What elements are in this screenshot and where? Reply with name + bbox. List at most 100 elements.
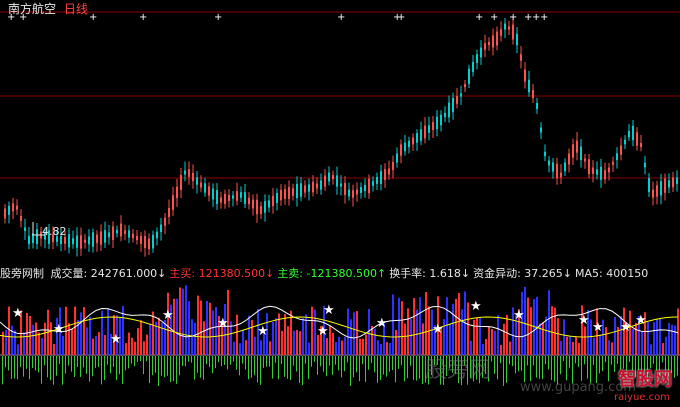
volume-bar-64 <box>194 322 196 355</box>
volume-bar-169 <box>509 341 511 355</box>
candle-body-57 <box>232 195 234 199</box>
volume-bar-126 <box>380 344 382 355</box>
candle-body-107 <box>432 122 434 130</box>
sell-bar-83 <box>251 356 252 378</box>
candle-body-72 <box>292 188 294 196</box>
sell-bar-183 <box>551 356 552 381</box>
indicator-field-5: MA5: 400150 <box>575 267 649 279</box>
sell-bar-187 <box>563 356 564 362</box>
volume-bar-148 <box>446 297 448 355</box>
star-icon-10: ★ <box>470 299 482 314</box>
volume-bar-112 <box>338 336 340 355</box>
candle-body-151 <box>608 167 610 173</box>
volume-bar-5 <box>17 344 19 355</box>
sell-bar-2 <box>8 356 9 371</box>
candle-body-143 <box>576 140 578 153</box>
volume-bar-34 <box>104 335 106 355</box>
candle-body-158 <box>636 132 638 146</box>
candle-body-62 <box>252 199 254 209</box>
candle-body-60 <box>244 192 246 204</box>
star-icon-2: ★ <box>110 332 122 347</box>
sell-bar-85 <box>257 356 258 383</box>
candle-body-103 <box>416 133 418 143</box>
sell-bar-29 <box>89 356 90 382</box>
sell-bar-58 <box>176 356 177 384</box>
signal-mark-2: + <box>89 12 97 23</box>
sell-bar-10 <box>32 356 33 368</box>
candle-body-5 <box>24 227 26 232</box>
volume-bar-35 <box>107 308 109 355</box>
sell-bar-102 <box>308 356 309 380</box>
candle-body-25 <box>104 230 106 243</box>
volume-bar-30 <box>92 338 94 355</box>
sell-bar-57 <box>173 356 174 382</box>
volume-bar-55 <box>167 292 169 355</box>
indicator-field-0: 成交量: 242761.000↓ <box>50 267 167 279</box>
price-chart[interactable]: + + + + + + ++ + + + + + + <box>0 0 680 260</box>
candle-body-141 <box>568 153 570 165</box>
volume-bar-173 <box>521 291 523 355</box>
sell-bar-127 <box>383 356 384 375</box>
candle-body-156 <box>628 130 630 138</box>
candle-body-153 <box>616 153 618 161</box>
candle-body-30 <box>124 230 126 234</box>
volume-bar-201 <box>605 327 607 355</box>
sell-bar-1 <box>5 356 6 368</box>
sell-bar-124 <box>374 356 375 373</box>
volume-bar-2 <box>8 306 10 355</box>
volume-bar-108 <box>326 338 328 355</box>
sell-bar-53 <box>161 356 162 376</box>
sell-bar-113 <box>341 356 342 378</box>
volume-bar-149 <box>449 324 451 355</box>
sell-bar-168 <box>506 356 507 383</box>
volume-bar-50 <box>152 311 154 355</box>
sell-bar-31 <box>95 356 96 368</box>
candle-body-166 <box>668 180 670 188</box>
volume-bar-123 <box>371 325 373 355</box>
chart-window[interactable]: + + + + + + + + + + + + + + ★ ★ ★ ★ ★ ★ ★ ★ ★ ★ ★ ★ ★ ★ ★ ★ 南方航空 日线 … <box>0 0 680 407</box>
sell-bar-36 <box>110 356 111 374</box>
sell-bar-125 <box>377 356 378 383</box>
sell-bar-105 <box>317 356 318 375</box>
volume-bar-187 <box>563 319 565 355</box>
sell-bar-66 <box>200 356 201 378</box>
sell-bar-26 <box>80 356 81 377</box>
candle-body-144 <box>580 146 582 161</box>
volume-bar-164 <box>494 330 496 355</box>
candle-body-39 <box>160 224 162 233</box>
volume-bar-210 <box>632 328 634 355</box>
sell-bar-55 <box>167 356 168 376</box>
sell-bar-38 <box>116 356 117 381</box>
candle-body-149 <box>600 166 602 180</box>
volume-bar-138 <box>416 309 418 355</box>
sell-bar-4 <box>14 356 15 379</box>
volume-bar-124 <box>374 328 376 355</box>
volume-bar-190 <box>572 341 574 355</box>
candle-body-45 <box>184 170 186 175</box>
candle-body-33 <box>136 235 138 241</box>
volume-bar-24 <box>74 306 76 355</box>
candle-body-101 <box>408 140 410 148</box>
candle-body-28 <box>116 229 118 234</box>
volume-bar-28 <box>86 327 88 355</box>
candle-body-17 <box>72 238 74 245</box>
sell-bar-68 <box>206 356 207 365</box>
candle-body-119 <box>480 47 482 58</box>
volume-bar-128 <box>386 342 388 355</box>
sell-bar-77 <box>233 356 234 362</box>
volume-bar-80 <box>242 330 244 355</box>
stock-name: 南方航空 <box>8 2 57 16</box>
candle-body-56 <box>228 194 230 202</box>
star-icon-1: ★ <box>53 322 65 337</box>
volume-bar-151 <box>455 298 457 355</box>
candle-body-150 <box>604 169 606 180</box>
period-label: 日线 <box>63 2 88 16</box>
volume-bar-202 <box>608 340 610 355</box>
sell-bar-62 <box>188 356 189 362</box>
candle-body-159 <box>640 143 642 147</box>
sell-bar-51 <box>155 356 156 373</box>
indicator-fields: 成交量: 242761.000↓ 主买: 121380.500↓ 主卖: -1213… <box>51 267 652 279</box>
candle-body-38 <box>156 231 158 239</box>
volume-bar-100 <box>302 318 304 355</box>
sell-bar-74 <box>224 356 225 366</box>
